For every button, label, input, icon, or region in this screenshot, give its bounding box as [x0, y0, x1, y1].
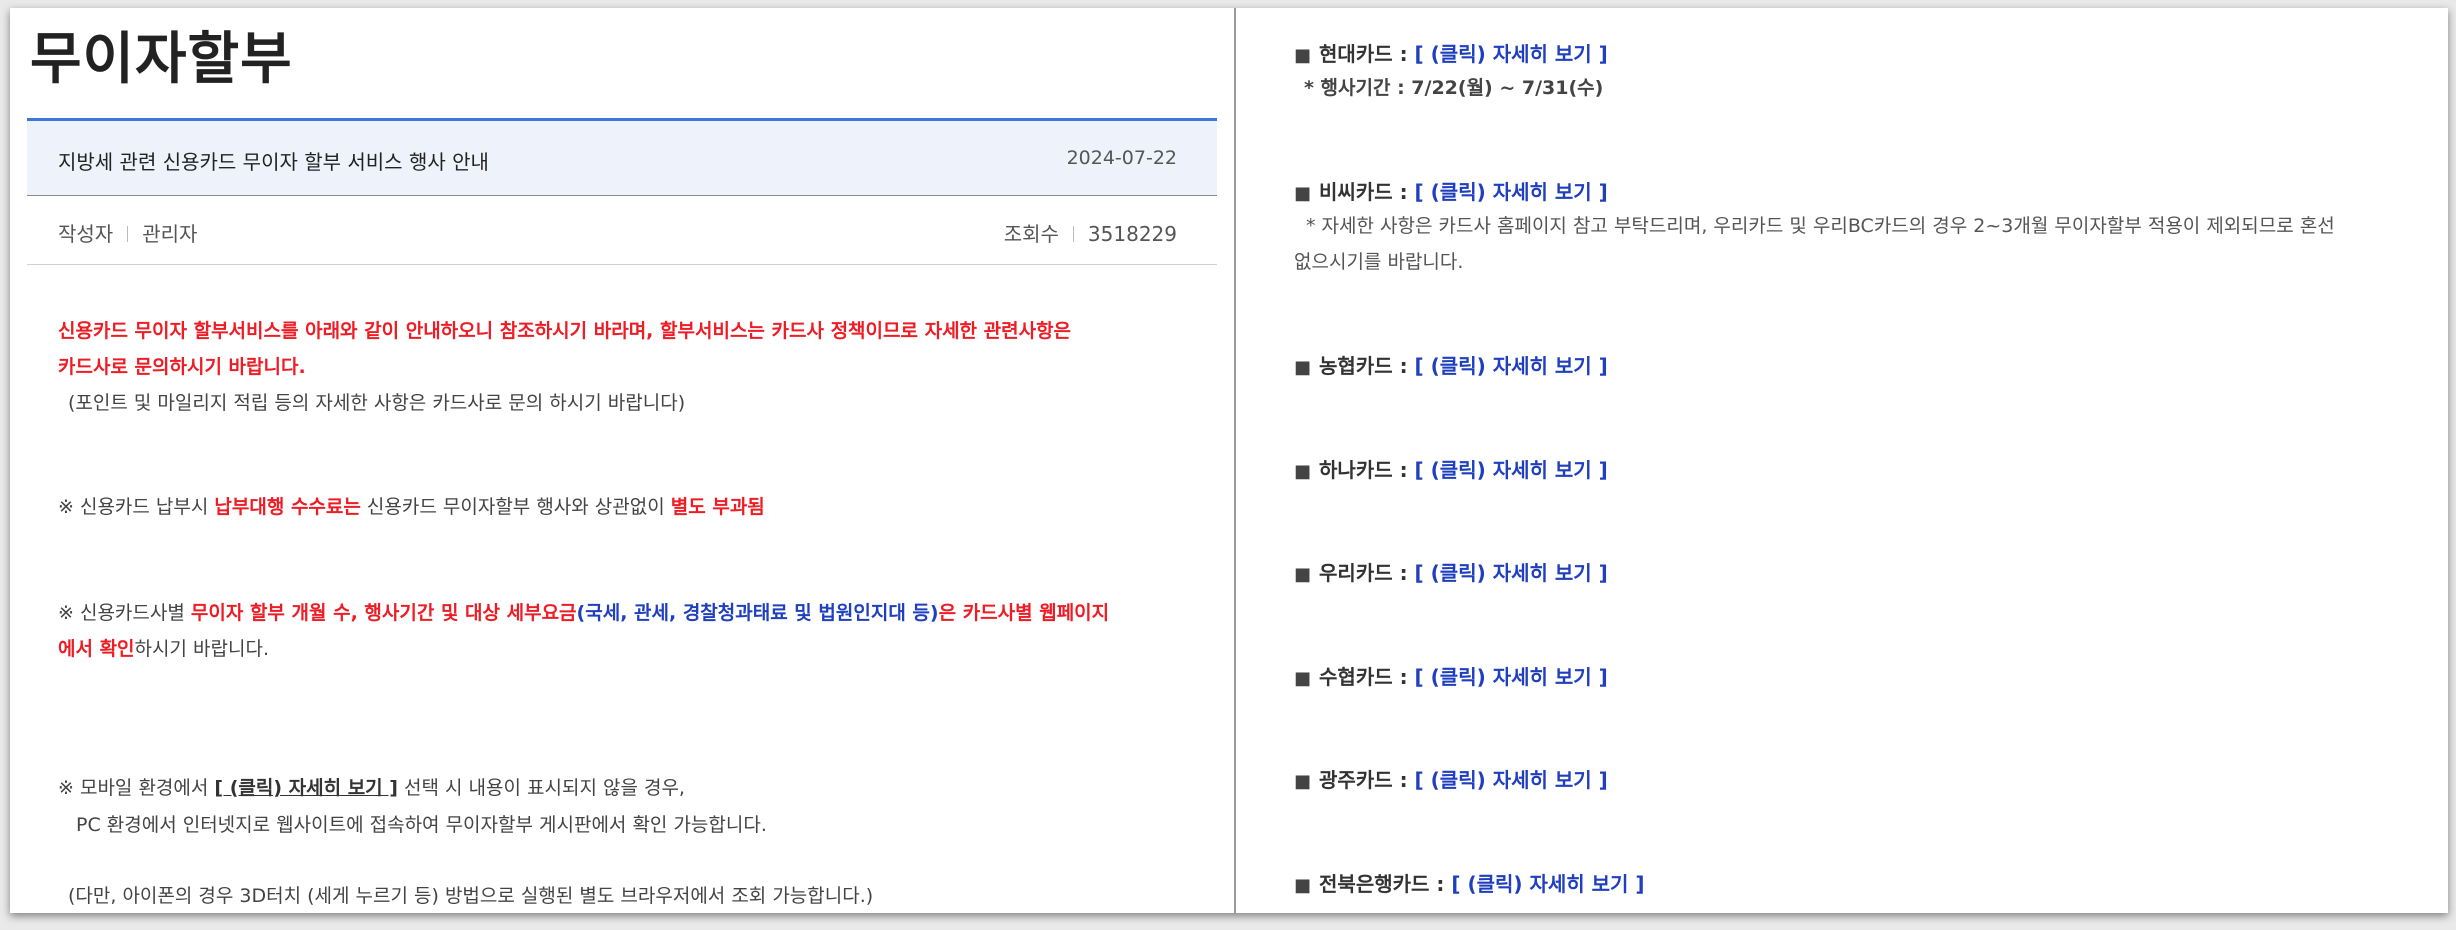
- bullet-square-icon: ■: [1294, 564, 1312, 585]
- hyundai-event-period: * 행사기간 : 7/22(월) ~ 7/31(수): [1304, 77, 1604, 99]
- woori-detail-link[interactable]: [ (클릭) 자세히 보기 ]: [1415, 561, 1608, 585]
- post-subject: 지방세 관련 신용카드 무이자 할부 서비스 행사 안내: [58, 150, 489, 174]
- post-date: 2024-07-22: [1066, 147, 1177, 169]
- hyundai-detail-link[interactable]: [ (클릭) 자세히 보기 ]: [1415, 42, 1608, 66]
- mobile-notice-line-1: ※ 모바일 환경에서 [ (클릭) 자세히 보기 ] 선택 시 내용이 표시되지…: [58, 777, 685, 799]
- bullet-square-icon: ■: [1294, 668, 1312, 689]
- bullet-square-icon: ■: [1294, 461, 1312, 482]
- bc-detail-link[interactable]: [ (클릭) 자세히 보기 ]: [1415, 180, 1608, 204]
- views-label: 조회수: [1003, 222, 1059, 246]
- author-info: 작성자 관리자: [58, 218, 197, 247]
- card-list-panel: ■ 현대카드 : [ (클릭) 자세히 보기 ] * 행사기간 : 7/22(월)…: [1236, 8, 2448, 913]
- page-title: 무이자할부: [30, 27, 293, 92]
- intro-line-2: 카드사로 문의하시기 바랍니다.: [58, 356, 306, 378]
- check-notice-line-1: ※ 신용카드사별 무이자 할부 개월 수, 행사기간 및 대상 세부요금(국세,…: [58, 602, 1110, 624]
- bullet-square-icon: ■: [1294, 183, 1312, 204]
- fee-notice: ※ 신용카드 납부시 납부대행 수수료는 신용카드 무이자할부 행사와 상관없이…: [58, 496, 765, 518]
- card-item-hana: ■ 하나카드 : [ (클릭) 자세히 보기 ]: [1294, 458, 1608, 482]
- gwangju-detail-link[interactable]: [ (클릭) 자세히 보기 ]: [1415, 768, 1608, 792]
- intro-line-1: 신용카드 무이자 할부서비스를 아래와 같이 안내하오니 참조하시기 바라며, …: [58, 320, 1072, 342]
- meta-divider: [1072, 226, 1074, 242]
- iphone-note: (다만, 아이폰의 경우 3D터치 (세게 누르기 등) 방법으로 실행된 별도…: [68, 885, 874, 907]
- card-item-hyundai: ■ 현대카드 : [ (클릭) 자세히 보기 ]: [1294, 42, 1608, 66]
- post-header: 지방세 관련 신용카드 무이자 할부 서비스 행사 안내 2024-07-22: [27, 118, 1217, 196]
- notice-panel: 무이자할부 지방세 관련 신용카드 무이자 할부 서비스 행사 안내 2024-…: [10, 8, 1236, 913]
- card-item-woori: ■ 우리카드 : [ (클릭) 자세히 보기 ]: [1294, 561, 1608, 585]
- bullet-square-icon: ■: [1294, 45, 1312, 66]
- author-label: 작성자: [58, 222, 114, 246]
- card-item-suhyup: ■ 수협카드 : [ (클릭) 자세히 보기 ]: [1294, 665, 1608, 689]
- card-item-bc: ■ 비씨카드 : [ (클릭) 자세히 보기 ]: [1294, 180, 1608, 204]
- suhyup-detail-link[interactable]: [ (클릭) 자세히 보기 ]: [1415, 665, 1608, 689]
- check-notice-line-2: 에서 확인하시기 바랍니다.: [58, 638, 269, 660]
- intro-note: (포인트 및 마일리지 적립 등의 자세한 사항은 카드사로 문의 하시기 바랍…: [68, 392, 686, 414]
- bullet-square-icon: ■: [1294, 771, 1312, 792]
- meta-divider: [127, 226, 129, 242]
- bc-note-line-2: 없으시기를 바랍니다.: [1294, 251, 1464, 273]
- nonghyup-detail-link[interactable]: [ (클릭) 자세히 보기 ]: [1415, 354, 1608, 378]
- bullet-square-icon: ■: [1294, 357, 1312, 378]
- mobile-notice-line-2: PC 환경에서 인터넷지로 웹사이트에 접속하여 무이자할부 게시판에서 확인 …: [76, 814, 767, 836]
- views-count: 3518229: [1087, 222, 1177, 246]
- hana-detail-link[interactable]: [ (클릭) 자세히 보기 ]: [1415, 458, 1608, 482]
- bc-note-line-1: * 자세한 사항은 카드사 홈페이지 참고 부탁드리며, 우리카드 및 우리BC…: [1306, 215, 2335, 237]
- author-name: 관리자: [142, 222, 198, 246]
- post-meta: 작성자 관리자 조회수 3518229: [27, 196, 1217, 265]
- mobile-detail-link[interactable]: [ (클릭) 자세히 보기 ]: [214, 777, 398, 799]
- screenshot-frame: 무이자할부 지방세 관련 신용카드 무이자 할부 서비스 행사 안내 2024-…: [10, 8, 2448, 913]
- card-item-gwangju: ■ 광주카드 : [ (클릭) 자세히 보기 ]: [1294, 768, 1608, 792]
- card-item-jeonbuk: ■ 전북은행카드 : [ (클릭) 자세히 보기 ]: [1294, 872, 1645, 896]
- views-info: 조회수 3518229: [1004, 218, 1177, 247]
- card-item-nonghyup: ■ 농협카드 : [ (클릭) 자세히 보기 ]: [1294, 354, 1608, 378]
- jeonbuk-detail-link[interactable]: [ (클릭) 자세히 보기 ]: [1451, 872, 1644, 896]
- bullet-square-icon: ■: [1294, 875, 1312, 896]
